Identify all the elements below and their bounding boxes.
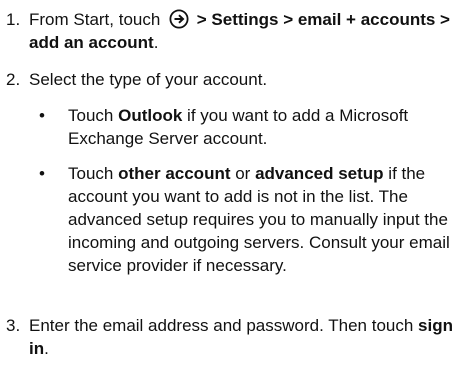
bullet-marker: • — [39, 164, 45, 183]
step-text: From Start, touch > Settings > email + a… — [29, 8, 465, 54]
bullet-text-bold: advanced setup — [255, 164, 384, 183]
bullet-text-part: Touch — [68, 164, 119, 183]
bullet-text-bold: Outlook — [118, 106, 183, 125]
step-text-part: From Start, touch — [29, 10, 166, 29]
step-number: 2. — [6, 70, 21, 89]
bullet-text-part: or — [230, 164, 256, 183]
step-number: 3. — [6, 316, 21, 335]
step-text-tail: . — [44, 339, 49, 358]
bullet-marker: • — [39, 106, 45, 125]
bullet-text-bold: other account — [118, 164, 231, 183]
bullet-text: Touch Outlook if you want to add a Micro… — [68, 104, 466, 150]
arrow-circle-icon — [169, 9, 189, 29]
step-text-part: Enter the email address and password. Th… — [29, 316, 419, 335]
bullet-text: Touch other account or advanced setup if… — [68, 162, 466, 277]
instruction-document: 1. From Start, touch > Settings > email … — [0, 0, 469, 365]
step-text: Select the type of your account. — [29, 70, 268, 89]
step-text-tail: . — [153, 33, 159, 52]
bullet-text-part: Touch — [68, 106, 119, 125]
step-text: Enter the email address and password. Th… — [29, 314, 465, 360]
step-number: 1. — [6, 10, 21, 29]
